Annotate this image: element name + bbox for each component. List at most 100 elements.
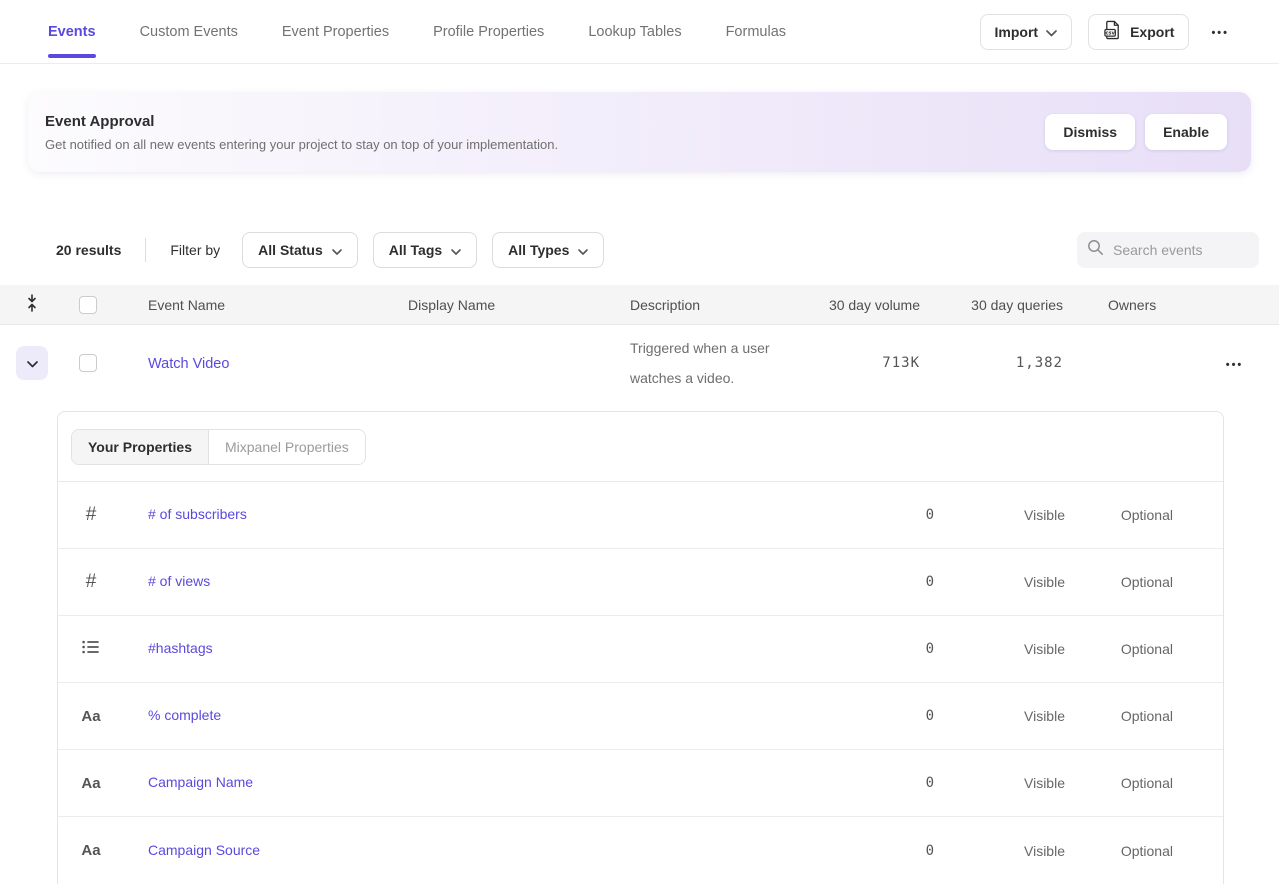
events-table-header: Event Name Display Name Description 30 d… bbox=[0, 285, 1279, 325]
event-properties-panel: Your Properties Mixpanel Properties # # … bbox=[57, 411, 1224, 884]
event-30-day-volume: 713K bbox=[820, 355, 920, 371]
ellipsis-icon: ••• bbox=[1211, 27, 1229, 39]
row-checkbox[interactable] bbox=[79, 354, 97, 372]
tab-profile-properties[interactable]: Profile Properties bbox=[433, 0, 544, 63]
tags-filter-dropdown[interactable]: All Tags bbox=[373, 232, 477, 268]
tab-custom-events-label: Custom Events bbox=[140, 24, 238, 40]
property-visibility: Visible bbox=[935, 708, 1085, 724]
results-count: 20 results bbox=[56, 242, 121, 258]
filter-by-label: Filter by bbox=[170, 242, 220, 258]
tab-your-properties[interactable]: Your Properties bbox=[72, 430, 208, 464]
text-icon: Aa bbox=[81, 708, 100, 725]
nav-actions: Import csv Export ••• bbox=[980, 0, 1235, 63]
event-approval-banner: Event Approval Get notified on all new e… bbox=[28, 92, 1251, 172]
property-row: # # of subscribers 0 Visible Optional bbox=[58, 482, 1223, 549]
property-visibility: Visible bbox=[935, 843, 1085, 859]
status-filter-label: All Status bbox=[258, 242, 323, 258]
tab-events-label: Events bbox=[48, 24, 96, 40]
types-filter-dropdown[interactable]: All Types bbox=[492, 232, 604, 268]
header-owners: Owners bbox=[1063, 297, 1190, 313]
csv-file-icon: csv bbox=[1103, 20, 1122, 43]
tags-filter-label: All Tags bbox=[389, 242, 442, 258]
property-count: 0 bbox=[835, 641, 935, 657]
property-link[interactable]: # of subscribers bbox=[124, 506, 247, 522]
property-link[interactable]: Campaign Source bbox=[124, 842, 260, 858]
property-requirement: Optional bbox=[1085, 574, 1225, 590]
tab-profile-properties-label: Profile Properties bbox=[433, 24, 544, 40]
property-row: Aa Campaign Source 0 Visible Optional bbox=[58, 817, 1223, 884]
ellipsis-icon: ••• bbox=[1226, 359, 1244, 371]
types-filter-label: All Types bbox=[508, 242, 569, 258]
row-more-options-button[interactable]: ••• bbox=[1220, 352, 1250, 375]
property-count: 0 bbox=[835, 843, 935, 859]
chevron-down-icon bbox=[332, 242, 342, 258]
select-all-checkbox[interactable] bbox=[79, 296, 97, 314]
vertical-divider bbox=[145, 238, 146, 262]
header-30-day-queries: 30 day queries bbox=[920, 297, 1063, 313]
chevron-down-icon bbox=[578, 242, 588, 258]
event-30-day-queries: 1,382 bbox=[920, 355, 1063, 371]
text-icon: Aa bbox=[81, 775, 100, 792]
banner-actions: Dismiss Enable bbox=[1045, 114, 1227, 150]
event-name-link[interactable]: Watch Video bbox=[148, 356, 229, 372]
tab-lookup-tables[interactable]: Lookup Tables bbox=[588, 0, 681, 63]
active-tab-underline bbox=[48, 54, 96, 58]
search-box bbox=[1077, 232, 1259, 268]
property-link[interactable]: # of views bbox=[124, 573, 210, 589]
property-visibility: Visible bbox=[935, 507, 1085, 523]
text-icon: Aa bbox=[81, 842, 100, 859]
collapse-all-icon[interactable] bbox=[25, 294, 39, 315]
tab-mixpanel-properties[interactable]: Mixpanel Properties bbox=[208, 430, 365, 464]
property-count: 0 bbox=[835, 775, 935, 791]
number-icon: # bbox=[86, 504, 97, 526]
more-options-button[interactable]: ••• bbox=[1205, 20, 1235, 43]
number-icon: # bbox=[86, 571, 97, 593]
property-visibility: Visible bbox=[935, 641, 1085, 657]
property-count: 0 bbox=[835, 507, 935, 523]
property-requirement: Optional bbox=[1085, 843, 1225, 859]
property-requirement: Optional bbox=[1085, 641, 1225, 657]
search-input[interactable] bbox=[1113, 242, 1249, 258]
tab-formulas-label: Formulas bbox=[726, 24, 786, 40]
import-button[interactable]: Import bbox=[980, 14, 1073, 50]
chevron-down-icon bbox=[27, 356, 38, 371]
tab-custom-events[interactable]: Custom Events bbox=[140, 0, 238, 63]
svg-text:csv: csv bbox=[1105, 31, 1115, 37]
property-requirement: Optional bbox=[1085, 775, 1225, 791]
event-row-watch-video: Watch Video Triggered when a user watche… bbox=[0, 325, 1279, 401]
property-link[interactable]: Campaign Name bbox=[124, 774, 253, 790]
properties-tabs-bar: Your Properties Mixpanel Properties bbox=[58, 412, 1223, 482]
filter-bar: 20 results Filter by All Status All Tags… bbox=[56, 232, 1259, 268]
property-row: #hashtags 0 Visible Optional bbox=[58, 616, 1223, 683]
tab-formulas[interactable]: Formulas bbox=[726, 0, 786, 63]
property-count: 0 bbox=[835, 574, 935, 590]
property-row: Aa Campaign Name 0 Visible Optional bbox=[58, 750, 1223, 817]
header-description: Description bbox=[594, 297, 820, 313]
import-button-label: Import bbox=[995, 24, 1039, 40]
search-icon bbox=[1087, 239, 1104, 261]
banner-title: Event Approval bbox=[45, 113, 558, 130]
property-link[interactable]: % complete bbox=[124, 707, 221, 723]
property-requirement: Optional bbox=[1085, 507, 1225, 523]
header-30-day-volume: 30 day volume bbox=[820, 297, 920, 313]
top-nav: Events Custom Events Event Properties Pr… bbox=[0, 0, 1279, 64]
tab-lookup-tables-label: Lookup Tables bbox=[588, 24, 681, 40]
event-description: Triggered when a user watches a video. bbox=[630, 333, 800, 393]
list-icon bbox=[82, 640, 100, 659]
enable-button[interactable]: Enable bbox=[1145, 114, 1227, 150]
property-row: Aa % complete 0 Visible Optional bbox=[58, 683, 1223, 750]
chevron-down-icon bbox=[451, 242, 461, 258]
collapse-row-button[interactable] bbox=[16, 346, 48, 380]
status-filter-dropdown[interactable]: All Status bbox=[242, 232, 358, 268]
property-link[interactable]: #hashtags bbox=[124, 640, 213, 656]
tab-event-properties[interactable]: Event Properties bbox=[282, 0, 389, 63]
tab-events[interactable]: Events bbox=[48, 0, 96, 63]
property-visibility: Visible bbox=[935, 775, 1085, 791]
header-display-name: Display Name bbox=[372, 297, 594, 313]
chevron-down-icon bbox=[1046, 24, 1057, 40]
tab-event-properties-label: Event Properties bbox=[282, 24, 389, 40]
export-button[interactable]: csv Export bbox=[1088, 14, 1189, 50]
banner-description: Get notified on all new events entering … bbox=[45, 137, 558, 152]
dismiss-button[interactable]: Dismiss bbox=[1045, 114, 1135, 150]
property-requirement: Optional bbox=[1085, 708, 1225, 724]
